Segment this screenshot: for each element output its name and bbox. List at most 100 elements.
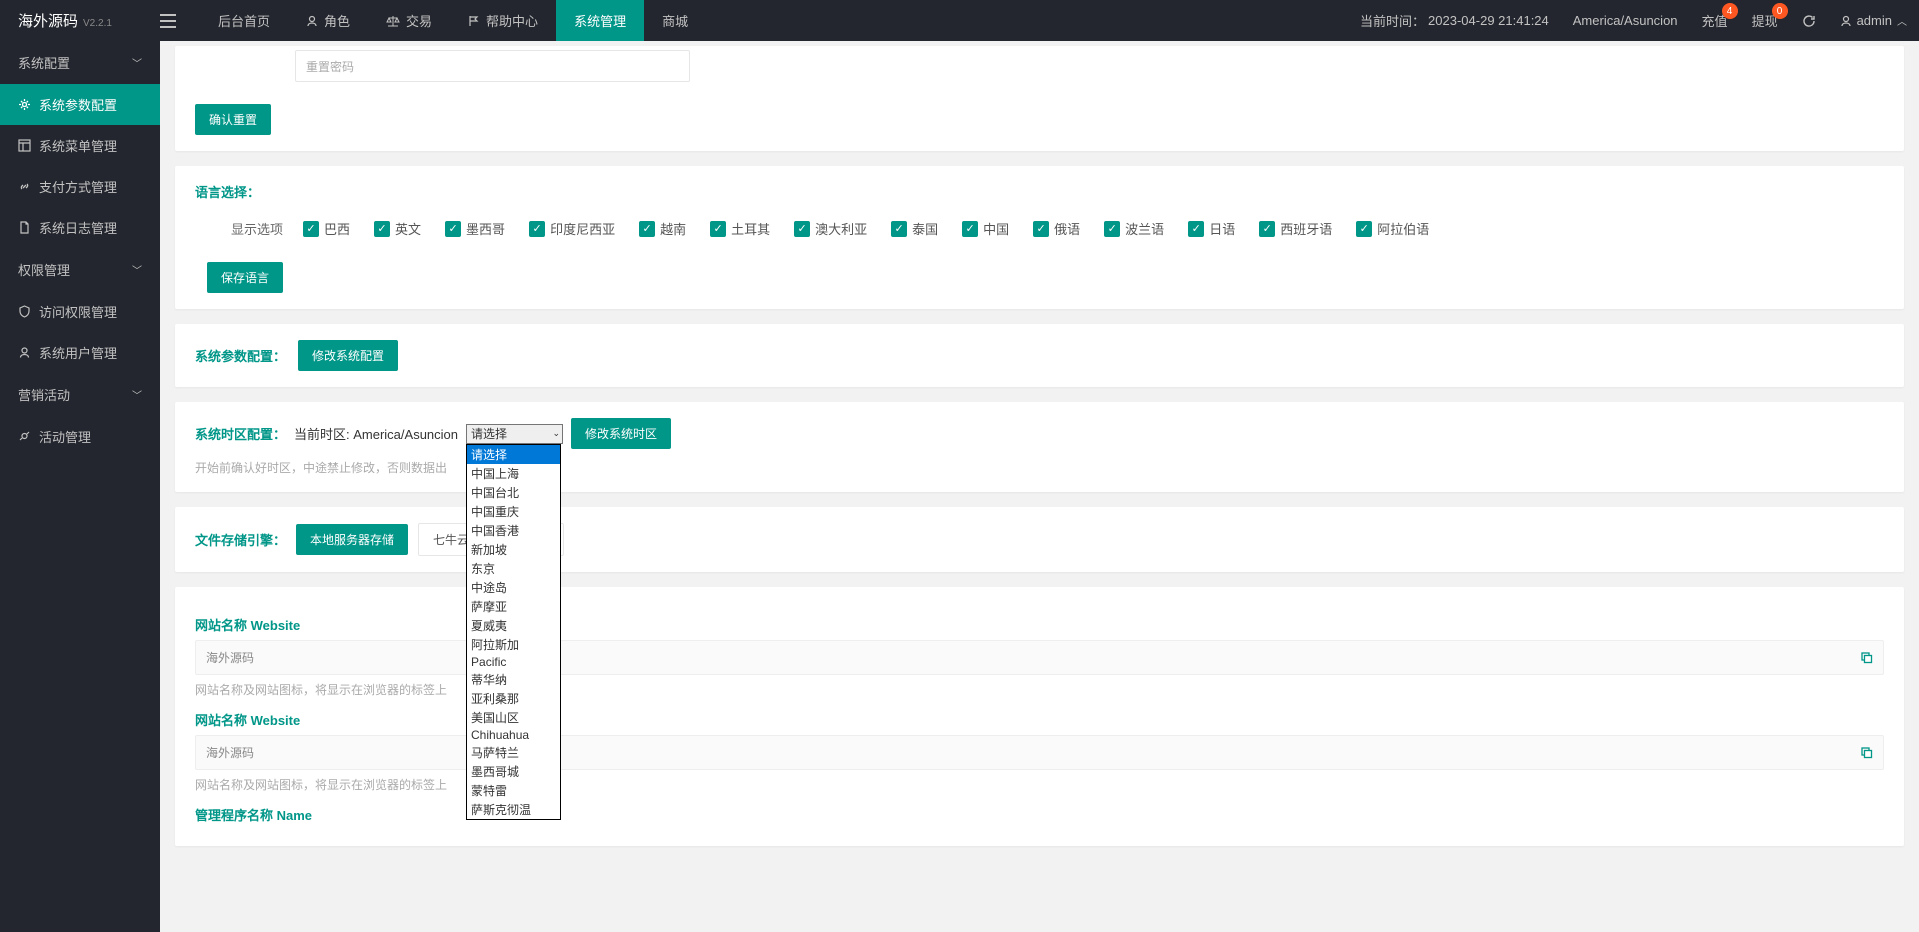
timezone-option[interactable]: 请选择	[467, 445, 560, 464]
sidebar-item-users[interactable]: 系统用户管理	[0, 332, 160, 373]
nav-help-label: 帮助中心	[486, 11, 538, 30]
lang-checkbox-item[interactable]: ✓巴西	[303, 219, 350, 238]
timezone-option[interactable]: 蒙特雷	[467, 781, 560, 800]
lang-checkbox-item[interactable]: ✓印度尼西亚	[529, 219, 615, 238]
timezone-option[interactable]: 新加坡	[467, 540, 560, 559]
website-input-1[interactable]: 海外源码	[195, 640, 1884, 675]
lang-checkbox-item[interactable]: ✓土耳其	[710, 219, 770, 238]
timezone-option[interactable]: 夏威夷	[467, 616, 560, 635]
lang-checkbox-item[interactable]: ✓ 中国	[962, 219, 1009, 238]
modify-timezone-button[interactable]: 修改系统时区	[571, 418, 671, 449]
timezone-option[interactable]: Pacific	[467, 654, 560, 670]
user-name: admin	[1857, 13, 1892, 28]
timezone-option[interactable]: 中国台北	[467, 483, 560, 502]
copy-icon[interactable]	[1860, 746, 1873, 759]
sidebar-group-system[interactable]: 系统配置 ﹀	[0, 41, 160, 84]
sidebar-item-params[interactable]: 系统参数配置	[0, 84, 160, 125]
timezone-option[interactable]: 亚利桑那	[467, 689, 560, 708]
lang-checkbox-item[interactable]: ✓阿拉伯语	[1356, 219, 1429, 238]
nav-mall[interactable]: 商城	[644, 0, 706, 41]
timezone-option[interactable]: 萨斯克彻温	[467, 800, 560, 819]
withdraw-button[interactable]: 提现 0	[1740, 0, 1790, 41]
sidebar-item-activity[interactable]: 活动管理	[0, 416, 160, 457]
timezone-option[interactable]: 蒂华纳	[467, 670, 560, 689]
timezone-option[interactable]: 东京	[467, 559, 560, 578]
lang-checkbox-item[interactable]: ✓墨西哥	[445, 219, 505, 238]
nav-system-label: 系统管理	[574, 11, 626, 30]
lang-label: 日语	[1209, 219, 1235, 238]
withdraw-badge: 0	[1772, 3, 1788, 19]
website-card: 网站名称 Website 海外源码 网站名称及网站图标，将显示在浏览器的标签上 …	[175, 587, 1904, 846]
lang-checkbox-item[interactable]: ✓西班牙语	[1259, 219, 1332, 238]
sidebar-group-permission-label: 权限管理	[18, 260, 70, 279]
lang-checkbox-item[interactable]: ✓波兰语	[1104, 219, 1164, 238]
lang-label: 中国	[983, 219, 1009, 238]
website-input-2[interactable]: 海外源码	[195, 735, 1884, 770]
sidebar-group-marketing[interactable]: 营销活动 ﹀	[0, 373, 160, 416]
timezone-option[interactable]: 中国香港	[467, 521, 560, 540]
sidebar-item-access[interactable]: 访问权限管理	[0, 291, 160, 332]
params-title: 系统参数配置：	[195, 346, 286, 365]
timezone-option[interactable]: 中国上海	[467, 464, 560, 483]
lang-checkbox-item[interactable]: ✓英文	[374, 219, 421, 238]
website-label-1: 网站名称 Website	[195, 615, 1884, 634]
checkbox-checked-icon: ✓	[1259, 221, 1275, 237]
lang-label: 澳大利亚	[815, 219, 867, 238]
chevron-down-icon: ⌄	[552, 428, 560, 439]
timezone-option[interactable]: 萨摩亚	[467, 597, 560, 616]
timezone-option[interactable]: Chihuahua	[467, 727, 560, 743]
modify-params-button[interactable]: 修改系统配置	[298, 340, 398, 371]
recharge-badge: 4	[1722, 3, 1738, 19]
timezone-dropdown[interactable]: 请选择中国上海中国台北中国重庆中国香港新加坡东京中途岛萨摩亚夏威夷阿拉斯加Pac…	[466, 444, 561, 820]
timezone-select-value: 请选择	[471, 425, 507, 442]
checkbox-checked-icon: ✓	[639, 221, 655, 237]
lang-checkbox-item[interactable]: ✓越南	[639, 219, 686, 238]
timezone-option[interactable]: 马萨特兰	[467, 743, 560, 762]
lang-checkbox-item[interactable]: ✓日语	[1188, 219, 1235, 238]
reset-password-input[interactable]: 重置密码	[295, 50, 690, 82]
sidebar-item-access-label: 访问权限管理	[39, 302, 117, 321]
lang-checkbox-item[interactable]: ✓澳大利亚	[794, 219, 867, 238]
nav-help[interactable]: 帮助中心	[450, 0, 556, 41]
timezone-title: 系统时区配置：	[195, 424, 286, 443]
nav-system[interactable]: 系统管理	[556, 0, 644, 41]
sidebar-item-logs[interactable]: 系统日志管理	[0, 207, 160, 248]
nav-role[interactable]: 角色	[288, 0, 368, 41]
nav-home[interactable]: 后台首页	[200, 0, 288, 41]
copy-icon[interactable]	[1860, 651, 1873, 664]
refresh-button[interactable]	[1790, 0, 1828, 41]
confirm-reset-button[interactable]: 确认重置	[195, 104, 271, 135]
checkbox-checked-icon: ✓	[529, 221, 545, 237]
sidebar-toggle-button[interactable]	[160, 14, 200, 28]
checkbox-checked-icon: ✓	[1033, 221, 1049, 237]
lang-label: 俄语	[1054, 219, 1080, 238]
sidebar-group-marketing-label: 营销活动	[18, 385, 70, 404]
timezone-select[interactable]: 请选择 ⌄	[466, 424, 563, 444]
timezone-option[interactable]: 墨西哥城	[467, 762, 560, 781]
timezone-hint: 开始前确认好时区，中途禁止修改，否则数据出	[195, 459, 1884, 476]
website-value-2: 海外源码	[206, 744, 254, 761]
lang-checkbox-item[interactable]: ✓泰国	[891, 219, 938, 238]
sidebar-item-payment[interactable]: 支付方式管理	[0, 166, 160, 207]
sidebar-item-menu[interactable]: 系统菜单管理	[0, 125, 160, 166]
timezone-option[interactable]: 中国重庆	[467, 502, 560, 521]
website-hint-1: 网站名称及网站图标，将显示在浏览器的标签上	[195, 681, 1884, 698]
lang-label: 泰国	[912, 219, 938, 238]
save-language-button[interactable]: 保存语言	[207, 262, 283, 293]
lang-checkbox-item[interactable]: ✓ 俄语	[1033, 219, 1080, 238]
timezone-option[interactable]: 中途岛	[467, 578, 560, 597]
nav-trade[interactable]: 交易	[368, 0, 450, 41]
display-option-label: 显示选项	[231, 219, 283, 238]
timezone-card: 系统时区配置： 当前时区: America/Asuncion 请选择 ⌄ 请选择…	[175, 402, 1904, 492]
user-menu[interactable]: admin ︿	[1828, 0, 1919, 41]
logo: 海外源码 V2.2.1	[0, 10, 160, 31]
recharge-button[interactable]: 充值 4	[1690, 0, 1740, 41]
storage-local-button[interactable]: 本地服务器存储	[296, 524, 408, 555]
timezone-option[interactable]: 阿拉斯加	[467, 635, 560, 654]
chevron-down-icon: ﹀	[132, 262, 142, 277]
sidebar-group-permission[interactable]: 权限管理 ﹀	[0, 248, 160, 291]
reset-card: 重置密码 确认重置	[175, 46, 1904, 151]
timezone-option[interactable]: 美国山区	[467, 708, 560, 727]
checkbox-checked-icon: ✓	[962, 221, 978, 237]
storage-card: 文件存储引擎： 本地服务器存储 七牛云 SS存储	[175, 507, 1904, 572]
